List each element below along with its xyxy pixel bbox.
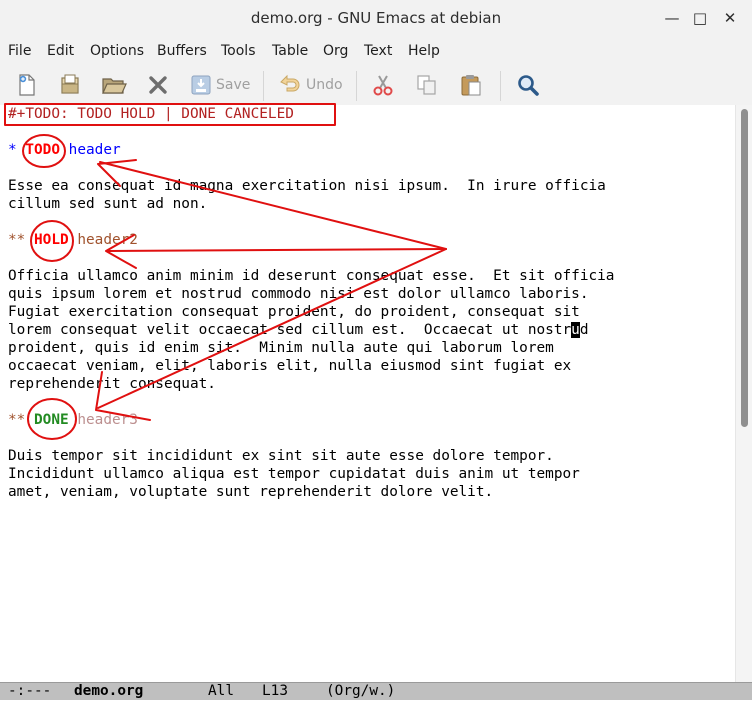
- paragraph-line: Incididunt ullamco aliqua est tempor cup…: [8, 466, 580, 482]
- search-button[interactable]: [516, 72, 540, 98]
- modeline-line-number: L13: [262, 683, 288, 699]
- minimize-button[interactable]: —: [662, 8, 682, 28]
- minibuffer[interactable]: [0, 700, 752, 717]
- undo-label: Undo: [306, 77, 343, 93]
- cut-icon: [373, 75, 393, 96]
- paste-icon: [461, 75, 481, 96]
- toolbar-separator: [500, 71, 501, 101]
- paragraph-line: Esse ea consequat id magna exercitation …: [8, 178, 606, 194]
- heading-3: ** DONE header3: [8, 411, 138, 429]
- paragraph-text: d: [579, 322, 589, 338]
- search-icon: [518, 75, 539, 96]
- title-bar: demo.org - GNU Emacs at debian — □ ✕: [0, 0, 752, 38]
- heading-1: * TODO header: [8, 141, 121, 159]
- menu-edit[interactable]: Edit: [47, 43, 74, 59]
- paragraph-line: amet, veniam, voluptate sunt reprehender…: [8, 484, 494, 500]
- paragraph-line: occaecat veniam, elit, laboris elit, nul…: [8, 358, 572, 374]
- toolbar-separator: [356, 71, 357, 101]
- toolbar-separator: [263, 71, 264, 101]
- heading-title: header3: [77, 412, 138, 428]
- hold-keyword: HOLD: [34, 232, 69, 248]
- window-title: demo.org - GNU Emacs at debian: [250, 9, 502, 27]
- menu-text[interactable]: Text: [364, 43, 392, 59]
- paragraph-line: Officia ullamco anim minim id deserunt c…: [8, 268, 615, 284]
- menu-help[interactable]: Help: [408, 43, 440, 59]
- mode-line: -:--- demo.org All L13 (Org/w.): [0, 682, 752, 700]
- paste-button[interactable]: [459, 72, 483, 98]
- heading-stars: *: [8, 142, 17, 158]
- modeline-buffer-name[interactable]: demo.org: [74, 683, 143, 700]
- text-cursor: u: [571, 322, 580, 338]
- open-file-button[interactable]: [58, 72, 82, 98]
- paragraph-line: proident, quis id enim sit. Minim nulla …: [8, 340, 554, 356]
- save-icon: [191, 75, 211, 95]
- menu-table[interactable]: Table: [272, 43, 308, 59]
- open-folder-icon: [102, 78, 127, 94]
- copy-button[interactable]: [415, 72, 439, 98]
- vertical-scrollbar[interactable]: [735, 105, 752, 682]
- toolbar: Save Undo: [0, 65, 752, 106]
- modeline-major-mode[interactable]: (Org/w.): [326, 683, 395, 700]
- close-window-button[interactable]: ✕: [720, 8, 740, 28]
- paragraph-line: Duis tempor sit incididunt ex sint sit a…: [8, 448, 554, 464]
- menu-tools[interactable]: Tools: [221, 43, 256, 59]
- heading-stars: **: [8, 412, 26, 428]
- new-file-button[interactable]: [16, 72, 38, 98]
- todo-keywords-line: #+TODO: TODO HOLD | DONE CANCELED: [8, 106, 294, 122]
- menu-org[interactable]: Org: [323, 43, 348, 59]
- cut-button[interactable]: [371, 72, 395, 98]
- menu-options[interactable]: Options: [90, 43, 144, 59]
- maximize-button[interactable]: □: [690, 8, 710, 28]
- heading-title: header2: [77, 232, 138, 248]
- save-button[interactable]: Save: [190, 72, 250, 98]
- undo-icon: [280, 74, 300, 92]
- paragraph-line: Fugiat exercitation consequat proident, …: [8, 304, 580, 320]
- paragraph-text: lorem consequat velit occaecat sed cillu…: [8, 322, 572, 338]
- modeline-position: All: [208, 683, 234, 699]
- menu-buffers[interactable]: Buffers: [157, 43, 207, 59]
- open-folder-button[interactable]: [101, 72, 127, 98]
- close-buffer-button[interactable]: [147, 72, 169, 98]
- paragraph-line: reprehenderit consequat.: [8, 376, 216, 392]
- heading-stars: **: [8, 232, 26, 248]
- menu-file[interactable]: File: [8, 43, 31, 59]
- editor-buffer[interactable]: #+TODO: TODO HOLD | DONE CANCELED * TODO…: [0, 105, 735, 682]
- todo-keyword: TODO: [25, 142, 60, 158]
- paragraph-line: quis ipsum lorem et nostrud commodo nisi…: [8, 286, 589, 302]
- copy-icon: [417, 75, 436, 95]
- menu-bar: File Edit Options Buffers Tools Table Or…: [0, 37, 752, 65]
- modeline-status: -:---: [8, 683, 52, 699]
- paragraph-line: lorem consequat velit occaecat sed cillu…: [8, 321, 589, 339]
- new-file-icon: [19, 74, 35, 96]
- heading-title: header: [68, 142, 121, 158]
- save-label: Save: [216, 77, 251, 93]
- done-keyword: DONE: [34, 412, 69, 428]
- scrollbar-thumb[interactable]: [741, 109, 748, 427]
- paragraph-line: cillum sed sunt ad non.: [8, 196, 208, 212]
- heading-2: ** HOLD header2: [8, 231, 138, 249]
- close-icon: [149, 76, 167, 94]
- open-file-icon: [61, 74, 79, 94]
- undo-button[interactable]: Undo: [278, 72, 343, 98]
